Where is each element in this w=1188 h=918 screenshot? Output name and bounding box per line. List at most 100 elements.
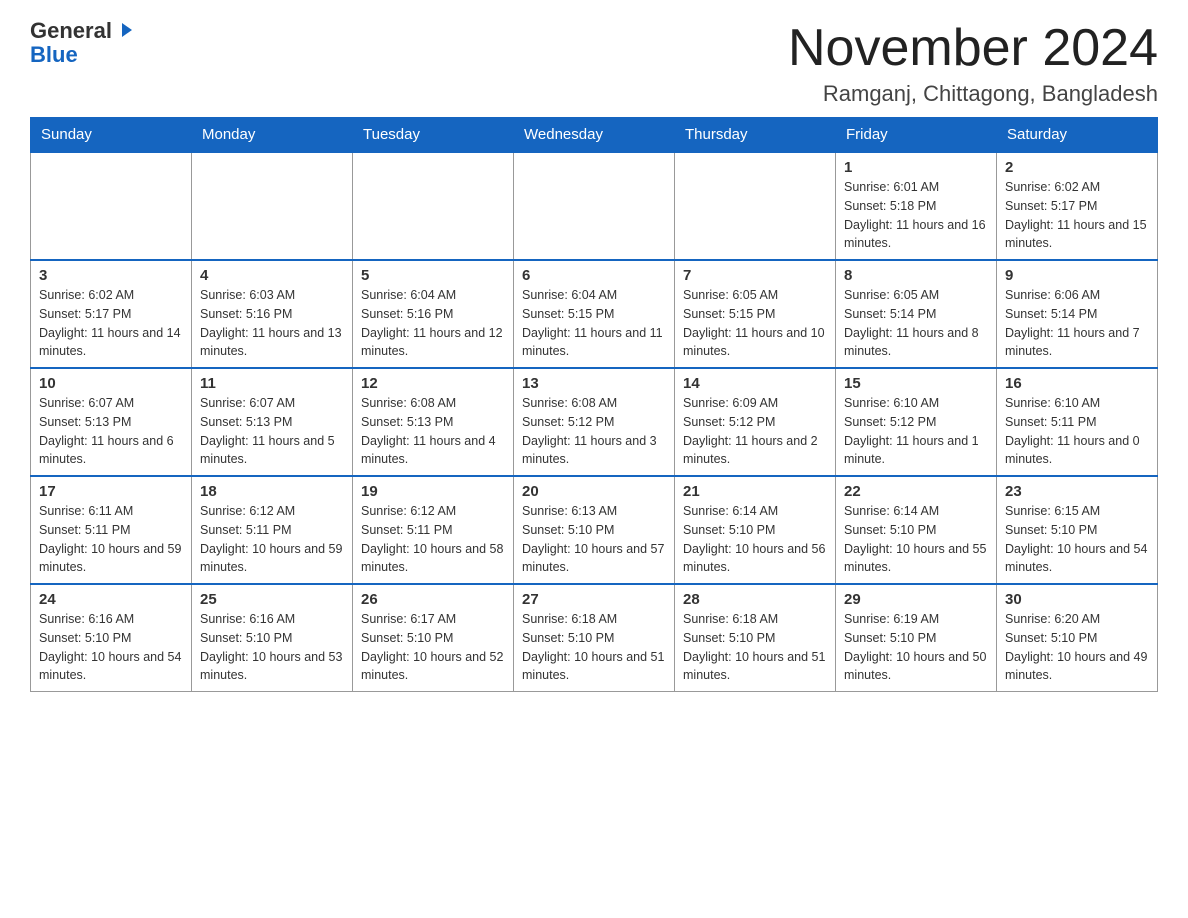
sunrise-text: Sunrise: 6:18 AM <box>683 612 778 626</box>
day-number: 28 <box>683 591 827 608</box>
daylight-text: Daylight: 11 hours and 12 minutes. <box>361 326 503 359</box>
calendar-week-row: 10Sunrise: 6:07 AMSunset: 5:13 PMDayligh… <box>31 368 1158 476</box>
daylight-text: Daylight: 11 hours and 3 minutes. <box>522 434 657 467</box>
calendar-week-row: 3Sunrise: 6:02 AMSunset: 5:17 PMDaylight… <box>31 260 1158 368</box>
day-number: 26 <box>361 591 505 608</box>
sunset-text: Sunset: 5:10 PM <box>522 631 614 645</box>
calendar-cell: 3Sunrise: 6:02 AMSunset: 5:17 PMDaylight… <box>31 260 192 368</box>
daylight-text: Daylight: 11 hours and 7 minutes. <box>1005 326 1140 359</box>
day-number: 2 <box>1005 159 1149 176</box>
daylight-text: Daylight: 11 hours and 10 minutes. <box>683 326 825 359</box>
day-number: 30 <box>1005 591 1149 608</box>
logo-arrow-icon <box>114 19 136 41</box>
sunrise-text: Sunrise: 6:09 AM <box>683 396 778 410</box>
calendar-header-monday: Monday <box>192 118 353 153</box>
calendar-cell: 5 Sunrise: 6:04 AMSunset: 5:16 PMDaylight… <box>353 260 514 368</box>
daylight-text: Daylight: 11 hours and 6 minutes. <box>39 434 174 467</box>
calendar-cell <box>31 152 192 260</box>
sunset-text: Sunset: 5:11 PM <box>39 523 131 537</box>
daylight-text: Daylight: 11 hours and 11 minutes. <box>522 326 663 359</box>
sunrise-text: Sunrise: 6:10 AM <box>1005 396 1100 410</box>
day-info: Sunrise: 6:07 AMSunset: 5:13 PMDaylight:… <box>39 394 183 469</box>
calendar-header-sunday: Sunday <box>31 118 192 153</box>
sunset-text: Sunset: 5:14 PM <box>1005 307 1097 321</box>
calendar-header-friday: Friday <box>836 118 997 153</box>
calendar-cell: 24Sunrise: 6:16 AMSunset: 5:10 PMDayligh… <box>31 584 192 692</box>
calendar-header-wednesday: Wednesday <box>514 118 675 153</box>
day-info: Sunrise: 6:19 AMSunset: 5:10 PMDaylight:… <box>844 610 988 685</box>
sunrise-text: Sunrise: 6:14 AM <box>683 504 778 518</box>
day-number: 21 <box>683 483 827 500</box>
day-info: Sunrise: 6:12 AMSunset: 5:11 PMDaylight:… <box>200 502 344 577</box>
daylight-text: Daylight: 10 hours and 58 minutes. <box>361 542 503 575</box>
day-number: 11 <box>200 375 344 392</box>
sunrise-text: Sunrise: 6:18 AM <box>522 612 617 626</box>
sunrise-text: Sunrise: 6:03 AM <box>200 288 295 302</box>
sunrise-text: Sunrise: 6:08 AM <box>361 396 456 410</box>
sunset-text: Sunset: 5:16 PM <box>200 307 292 321</box>
sunset-text: Sunset: 5:10 PM <box>522 523 614 537</box>
calendar-cell: 11Sunrise: 6:07 AMSunset: 5:13 PMDayligh… <box>192 368 353 476</box>
day-info: Sunrise: 6:15 AMSunset: 5:10 PMDaylight:… <box>1005 502 1149 577</box>
day-info: Sunrise: 6:02 AMSunset: 5:17 PMDaylight:… <box>39 286 183 361</box>
logo-general: General <box>30 20 112 42</box>
calendar-cell: 23Sunrise: 6:15 AMSunset: 5:10 PMDayligh… <box>997 476 1158 584</box>
calendar-week-row: 24Sunrise: 6:16 AMSunset: 5:10 PMDayligh… <box>31 584 1158 692</box>
logo: General Blue <box>30 20 136 68</box>
sunrise-text: Sunrise: 6:06 AM <box>1005 288 1100 302</box>
day-number: 29 <box>844 591 988 608</box>
daylight-text: Daylight: 10 hours and 54 minutes. <box>1005 542 1147 575</box>
day-info: Sunrise: 6:13 AMSunset: 5:10 PMDaylight:… <box>522 502 666 577</box>
day-number: 15 <box>844 375 988 392</box>
calendar-cell: 29 Sunrise: 6:19 AMSunset: 5:10 PMDayligh… <box>836 584 997 692</box>
sunset-text: Sunset: 5:11 PM <box>361 523 453 537</box>
sunset-text: Sunset: 5:11 PM <box>1005 415 1097 429</box>
sunrise-text: Sunrise: 6:07 AM <box>200 396 295 410</box>
daylight-text: Daylight: 11 hours and 4 minutes. <box>361 434 496 467</box>
day-number: 20 <box>522 483 666 500</box>
daylight-text: Daylight: 11 hours and 0 minutes. <box>1005 434 1140 467</box>
calendar-cell: 16Sunrise: 6:10 AMSunset: 5:11 PMDayligh… <box>997 368 1158 476</box>
header-section: General Blue November 2024 Ramganj, Chit… <box>30 20 1158 107</box>
calendar-cell: 28 Sunrise: 6:18 AM Sunset: 5:10 PM Dayligh… <box>675 584 836 692</box>
sunrise-text: Sunrise: 6:17 AM <box>361 612 456 626</box>
sunset-text: Sunset: 5:10 PM <box>39 631 131 645</box>
sunrise-text: Sunrise: 6:02 AM <box>1005 180 1100 194</box>
daylight-text: Daylight: 10 hours and 51 minutes. <box>683 650 825 683</box>
sunrise-text: Sunrise: 6:15 AM <box>1005 504 1100 518</box>
daylight-text: Daylight: 10 hours and 51 minutes. <box>522 650 664 683</box>
sunrise-text: Sunrise: 6:04 AM <box>361 288 456 302</box>
day-info: Sunrise: 6:05 AMSunset: 5:14 PMDaylight:… <box>844 286 988 361</box>
calendar-header-saturday: Saturday <box>997 118 1158 153</box>
day-number: 8 <box>844 267 988 284</box>
day-number: 5 <box>361 267 505 284</box>
sunrise-text: Sunrise: 6:04 AM <box>522 288 617 302</box>
sunset-text: Sunset: 5:17 PM <box>1005 199 1097 213</box>
day-info: Sunrise: 6:03 AMSunset: 5:16 PMDaylight:… <box>200 286 344 361</box>
daylight-text: Daylight: 11 hours and 8 minutes. <box>844 326 979 359</box>
calendar-cell: 6Sunrise: 6:04 AMSunset: 5:15 PMDaylight… <box>514 260 675 368</box>
sunrise-text: Sunrise: 6:01 AM <box>844 180 939 194</box>
sunrise-text: Sunrise: 6:16 AM <box>39 612 134 626</box>
sunrise-text: Sunrise: 6:10 AM <box>844 396 939 410</box>
sunrise-text: Sunrise: 6:13 AM <box>522 504 617 518</box>
logo-blue: Blue <box>30 42 78 68</box>
day-info: Sunrise: 6:01 AMSunset: 5:18 PMDaylight:… <box>844 178 988 253</box>
day-info: Sunrise: 6:10 AM Sunset: 5:11 PM Daylight:… <box>1005 394 1149 469</box>
sunset-text: Sunset: 5:10 PM <box>683 631 775 645</box>
sunrise-text: Sunrise: 6:20 AM <box>1005 612 1100 626</box>
sunset-text: Sunset: 5:10 PM <box>361 631 453 645</box>
sunset-text: Sunset: 5:10 PM <box>844 523 936 537</box>
calendar-cell: 4Sunrise: 6:03 AMSunset: 5:16 PMDaylight… <box>192 260 353 368</box>
sunset-text: Sunset: 5:15 PM <box>683 307 775 321</box>
day-info: Sunrise: 6:04 AMSunset: 5:16 PMDaylight:… <box>361 286 505 361</box>
sunrise-text: Sunrise: 6:05 AM <box>683 288 778 302</box>
day-info: Sunrise: 6:12 AMSunset: 5:11 PMDaylight:… <box>361 502 505 577</box>
day-number: 27 <box>522 591 666 608</box>
sunrise-text: Sunrise: 6:19 AM <box>844 612 939 626</box>
title-section: November 2024 Ramganj, Chittagong, Bangl… <box>788 20 1158 107</box>
sunrise-text: Sunrise: 6:16 AM <box>200 612 295 626</box>
day-info: Sunrise: 6:18 AM Sunset: 5:10 PM Daylight:… <box>683 610 827 685</box>
sunset-text: Sunset: 5:10 PM <box>1005 631 1097 645</box>
sunrise-text: Sunrise: 6:12 AM <box>200 504 295 518</box>
